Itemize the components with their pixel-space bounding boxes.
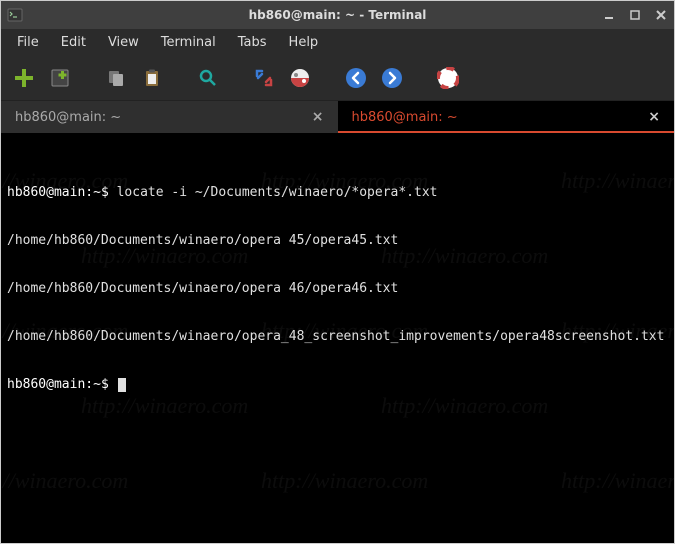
terminal-line: /home/hb860/Documents/winaero/opera 46/o… bbox=[7, 281, 668, 297]
window-controls bbox=[600, 1, 670, 29]
toolbar bbox=[1, 55, 674, 101]
new-window-icon[interactable] bbox=[47, 65, 73, 91]
menu-terminal[interactable]: Terminal bbox=[151, 31, 226, 54]
close-button[interactable] bbox=[652, 6, 670, 24]
command-text: locate -i ~/Documents/winaero/*opera*.tx… bbox=[117, 185, 438, 200]
titlebar: hb860@main: ~ - Terminal bbox=[1, 1, 674, 29]
prompt-path: ~ bbox=[93, 185, 101, 200]
menu-tabs[interactable]: Tabs bbox=[228, 31, 277, 54]
window-title: hb860@main: ~ - Terminal bbox=[249, 8, 427, 22]
prompt-sep: : bbox=[85, 377, 93, 392]
prompt-sep: : bbox=[85, 185, 93, 200]
search-icon[interactable] bbox=[195, 65, 221, 91]
maximize-button[interactable] bbox=[626, 6, 644, 24]
menu-view[interactable]: View bbox=[98, 31, 149, 54]
prompt-path: ~ bbox=[93, 377, 101, 392]
terminal-line: hb860@main:~$ locate -i ~/Documents/wina… bbox=[7, 185, 668, 201]
cursor bbox=[118, 378, 126, 392]
prompt-symbol: $ bbox=[101, 377, 109, 392]
tab-label: hb860@main: ~ bbox=[352, 110, 458, 125]
menu-edit[interactable]: Edit bbox=[51, 31, 96, 54]
preferences-icon[interactable] bbox=[287, 65, 313, 91]
menubar: File Edit View Terminal Tabs Help bbox=[1, 29, 674, 55]
next-tab-icon[interactable] bbox=[379, 65, 405, 91]
new-tab-icon[interactable] bbox=[11, 65, 37, 91]
copy-icon[interactable] bbox=[103, 65, 129, 91]
menu-file[interactable]: File bbox=[7, 31, 49, 54]
menu-help[interactable]: Help bbox=[279, 31, 329, 54]
tab-close-icon[interactable]: × bbox=[648, 109, 660, 125]
tab-2[interactable]: hb860@main: ~ × bbox=[338, 101, 675, 133]
prompt-user: hb860@main bbox=[7, 377, 85, 392]
tabbar: hb860@main: ~ × hb860@main: ~ × bbox=[1, 101, 674, 133]
prev-tab-icon[interactable] bbox=[343, 65, 369, 91]
terminal-line: hb860@main:~$ bbox=[7, 377, 668, 393]
prompt-user: hb860@main bbox=[7, 185, 85, 200]
prompt-symbol: $ bbox=[101, 185, 109, 200]
tab-label: hb860@main: ~ bbox=[15, 110, 121, 125]
minimize-button[interactable] bbox=[600, 6, 618, 24]
terminal-line: /home/hb860/Documents/winaero/opera_48_s… bbox=[7, 329, 668, 345]
tab-close-icon[interactable]: × bbox=[312, 109, 324, 125]
terminal-line: /home/hb860/Documents/winaero/opera 45/o… bbox=[7, 233, 668, 249]
tab-1[interactable]: hb860@main: ~ × bbox=[1, 101, 338, 133]
terminal-window: hb860@main: ~ - Terminal File Edit View … bbox=[0, 0, 675, 544]
paste-icon[interactable] bbox=[139, 65, 165, 91]
help-icon[interactable] bbox=[435, 65, 461, 91]
terminal-view[interactable]: http://winaero.comhttp://winaero.comhttp… bbox=[1, 133, 674, 543]
app-icon bbox=[7, 7, 23, 23]
fullscreen-icon[interactable] bbox=[251, 65, 277, 91]
